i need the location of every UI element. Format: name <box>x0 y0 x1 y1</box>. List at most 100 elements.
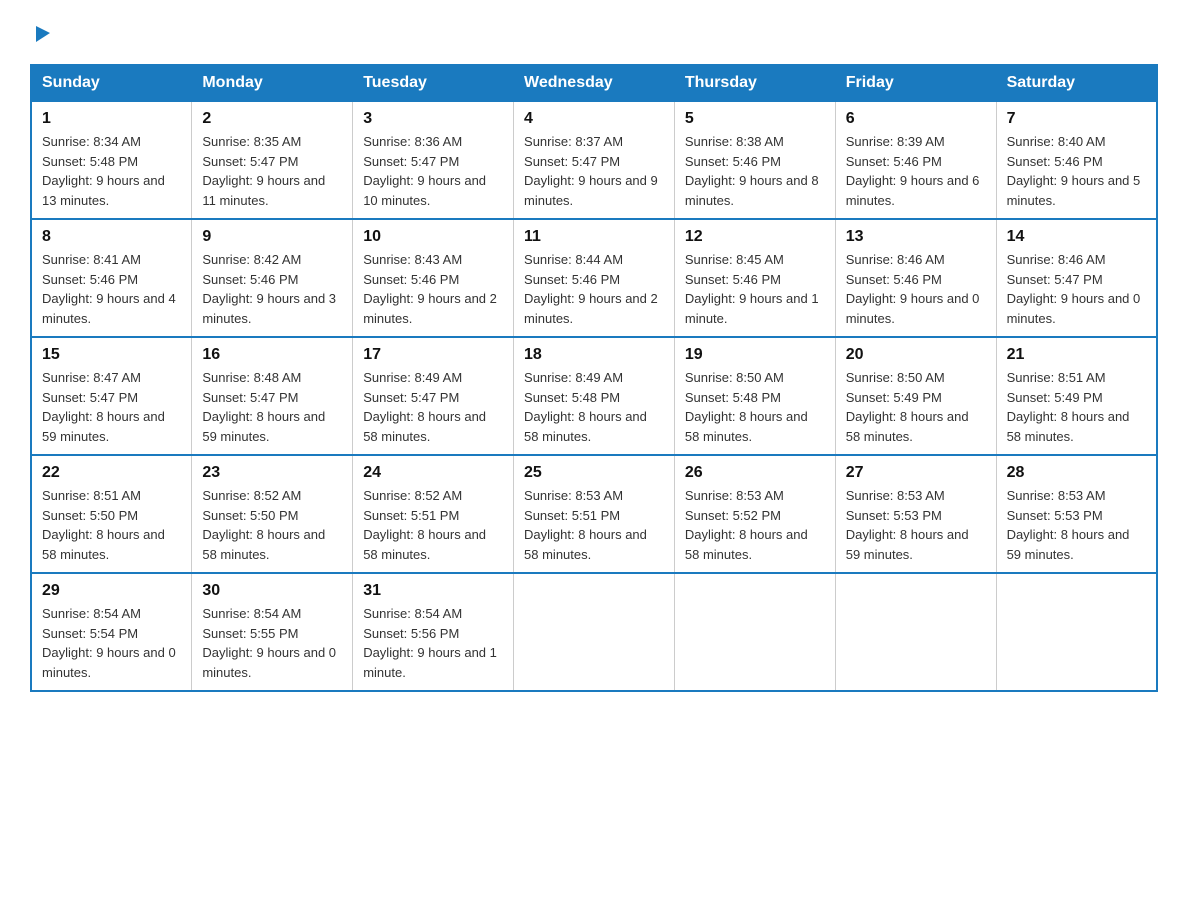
calendar-cell: 21Sunrise: 8:51 AMSunset: 5:49 PMDayligh… <box>996 337 1157 455</box>
day-number: 4 <box>524 110 664 128</box>
day-number: 26 <box>685 464 825 482</box>
calendar-cell: 31 Sunrise: 8:54 AMSunset: 5:56 PMDayligh… <box>353 573 514 691</box>
day-info: Sunrise: 8:53 AMSunset: 5:53 PMDaylight:… <box>1007 486 1146 564</box>
day-number: 16 <box>202 346 342 364</box>
day-info: Sunrise: 8:36 AMSunset: 5:47 PMDaylight:… <box>363 132 503 210</box>
calendar-cell: 10 Sunrise: 8:43 AMSunset: 5:46 PMDayligh… <box>353 219 514 337</box>
weekday-header-wednesday: Wednesday <box>514 65 675 101</box>
calendar-cell: 24Sunrise: 8:52 AMSunset: 5:51 PMDayligh… <box>353 455 514 573</box>
logo-triangle-icon <box>32 22 54 44</box>
calendar-cell: 4 Sunrise: 8:37 AMSunset: 5:47 PMDaylight… <box>514 101 675 219</box>
day-number: 28 <box>1007 464 1146 482</box>
calendar-cell: 6 Sunrise: 8:39 AMSunset: 5:46 PMDaylight… <box>835 101 996 219</box>
calendar-week-row: 1 Sunrise: 8:34 AMSunset: 5:48 PMDaylight… <box>31 101 1157 219</box>
day-info: Sunrise: 8:53 AMSunset: 5:52 PMDaylight:… <box>685 486 825 564</box>
weekday-header-saturday: Saturday <box>996 65 1157 101</box>
weekday-header-thursday: Thursday <box>674 65 835 101</box>
day-info: Sunrise: 8:53 AMSunset: 5:53 PMDaylight:… <box>846 486 986 564</box>
day-info: Sunrise: 8:49 AMSunset: 5:47 PMDaylight:… <box>363 368 503 446</box>
calendar-cell: 28 Sunrise: 8:53 AMSunset: 5:53 PMDayligh… <box>996 455 1157 573</box>
day-info: Sunrise: 8:35 AMSunset: 5:47 PMDaylight:… <box>202 132 342 210</box>
day-info: Sunrise: 8:37 AMSunset: 5:47 PMDaylight:… <box>524 132 664 210</box>
day-number: 10 <box>363 228 503 246</box>
day-info: Sunrise: 8:50 AMSunset: 5:48 PMDaylight:… <box>685 368 825 446</box>
day-number: 3 <box>363 110 503 128</box>
day-number: 13 <box>846 228 986 246</box>
day-number: 17 <box>363 346 503 364</box>
calendar-week-row: 22Sunrise: 8:51 AMSunset: 5:50 PMDayligh… <box>31 455 1157 573</box>
calendar-cell: 20 Sunrise: 8:50 AMSunset: 5:49 PMDayligh… <box>835 337 996 455</box>
calendar-cell: 3 Sunrise: 8:36 AMSunset: 5:47 PMDaylight… <box>353 101 514 219</box>
day-number: 22 <box>42 464 181 482</box>
calendar-cell: 2Sunrise: 8:35 AMSunset: 5:47 PMDaylight… <box>192 101 353 219</box>
day-number: 15 <box>42 346 181 364</box>
calendar-week-row: 8 Sunrise: 8:41 AMSunset: 5:46 PMDaylight… <box>31 219 1157 337</box>
day-info: Sunrise: 8:46 AMSunset: 5:46 PMDaylight:… <box>846 250 986 328</box>
day-info: Sunrise: 8:41 AMSunset: 5:46 PMDaylight:… <box>42 250 181 328</box>
calendar-cell: 27Sunrise: 8:53 AMSunset: 5:53 PMDayligh… <box>835 455 996 573</box>
calendar-cell <box>996 573 1157 691</box>
calendar-cell: 11 Sunrise: 8:44 AMSunset: 5:46 PMDayligh… <box>514 219 675 337</box>
calendar-cell: 25Sunrise: 8:53 AMSunset: 5:51 PMDayligh… <box>514 455 675 573</box>
calendar-cell: 29 Sunrise: 8:54 AMSunset: 5:54 PMDayligh… <box>31 573 192 691</box>
day-number: 14 <box>1007 228 1146 246</box>
day-number: 12 <box>685 228 825 246</box>
calendar-cell: 15 Sunrise: 8:47 AMSunset: 5:47 PMDayligh… <box>31 337 192 455</box>
day-number: 30 <box>202 582 342 600</box>
day-number: 1 <box>42 110 181 128</box>
calendar-cell: 26 Sunrise: 8:53 AMSunset: 5:52 PMDayligh… <box>674 455 835 573</box>
calendar-week-row: 15 Sunrise: 8:47 AMSunset: 5:47 PMDayligh… <box>31 337 1157 455</box>
calendar-cell: 14 Sunrise: 8:46 AMSunset: 5:47 PMDayligh… <box>996 219 1157 337</box>
calendar-cell: 30Sunrise: 8:54 AMSunset: 5:55 PMDayligh… <box>192 573 353 691</box>
day-number: 18 <box>524 346 664 364</box>
day-info: Sunrise: 8:43 AMSunset: 5:46 PMDaylight:… <box>363 250 503 328</box>
calendar-cell: 16 Sunrise: 8:48 AMSunset: 5:47 PMDayligh… <box>192 337 353 455</box>
day-number: 7 <box>1007 110 1146 128</box>
day-info: Sunrise: 8:52 AMSunset: 5:51 PMDaylight:… <box>363 486 503 564</box>
calendar-cell <box>514 573 675 691</box>
page-header <box>30 20 1158 44</box>
day-number: 20 <box>846 346 986 364</box>
day-info: Sunrise: 8:44 AMSunset: 5:46 PMDaylight:… <box>524 250 664 328</box>
day-info: Sunrise: 8:40 AMSunset: 5:46 PMDaylight:… <box>1007 132 1146 210</box>
calendar-cell: 13 Sunrise: 8:46 AMSunset: 5:46 PMDayligh… <box>835 219 996 337</box>
day-number: 21 <box>1007 346 1146 364</box>
day-info: Sunrise: 8:42 AMSunset: 5:46 PMDaylight:… <box>202 250 342 328</box>
day-info: Sunrise: 8:48 AMSunset: 5:47 PMDaylight:… <box>202 368 342 446</box>
calendar-cell: 17 Sunrise: 8:49 AMSunset: 5:47 PMDayligh… <box>353 337 514 455</box>
day-info: Sunrise: 8:34 AMSunset: 5:48 PMDaylight:… <box>42 132 181 210</box>
calendar-table: SundayMondayTuesdayWednesdayThursdayFrid… <box>30 64 1158 692</box>
day-number: 11 <box>524 228 664 246</box>
day-number: 6 <box>846 110 986 128</box>
calendar-cell: 9 Sunrise: 8:42 AMSunset: 5:46 PMDaylight… <box>192 219 353 337</box>
day-info: Sunrise: 8:54 AMSunset: 5:54 PMDaylight:… <box>42 604 181 682</box>
calendar-cell: 7 Sunrise: 8:40 AMSunset: 5:46 PMDaylight… <box>996 101 1157 219</box>
day-number: 19 <box>685 346 825 364</box>
day-number: 9 <box>202 228 342 246</box>
day-number: 31 <box>363 582 503 600</box>
calendar-header-row: SundayMondayTuesdayWednesdayThursdayFrid… <box>31 65 1157 101</box>
day-info: Sunrise: 8:49 AMSunset: 5:48 PMDaylight:… <box>524 368 664 446</box>
weekday-header-monday: Monday <box>192 65 353 101</box>
day-number: 8 <box>42 228 181 246</box>
day-info: Sunrise: 8:54 AMSunset: 5:56 PMDaylight:… <box>363 604 503 682</box>
weekday-header-tuesday: Tuesday <box>353 65 514 101</box>
calendar-cell: 1 Sunrise: 8:34 AMSunset: 5:48 PMDaylight… <box>31 101 192 219</box>
calendar-cell <box>674 573 835 691</box>
day-number: 23 <box>202 464 342 482</box>
weekday-header-friday: Friday <box>835 65 996 101</box>
day-info: Sunrise: 8:50 AMSunset: 5:49 PMDaylight:… <box>846 368 986 446</box>
day-number: 25 <box>524 464 664 482</box>
calendar-week-row: 29 Sunrise: 8:54 AMSunset: 5:54 PMDayligh… <box>31 573 1157 691</box>
calendar-cell: 5Sunrise: 8:38 AMSunset: 5:46 PMDaylight… <box>674 101 835 219</box>
calendar-cell: 19 Sunrise: 8:50 AMSunset: 5:48 PMDayligh… <box>674 337 835 455</box>
day-info: Sunrise: 8:39 AMSunset: 5:46 PMDaylight:… <box>846 132 986 210</box>
calendar-cell: 22Sunrise: 8:51 AMSunset: 5:50 PMDayligh… <box>31 455 192 573</box>
day-number: 5 <box>685 110 825 128</box>
day-info: Sunrise: 8:47 AMSunset: 5:47 PMDaylight:… <box>42 368 181 446</box>
calendar-cell: 12Sunrise: 8:45 AMSunset: 5:46 PMDayligh… <box>674 219 835 337</box>
weekday-header-sunday: Sunday <box>31 65 192 101</box>
calendar-cell: 23Sunrise: 8:52 AMSunset: 5:50 PMDayligh… <box>192 455 353 573</box>
day-number: 29 <box>42 582 181 600</box>
day-info: Sunrise: 8:46 AMSunset: 5:47 PMDaylight:… <box>1007 250 1146 328</box>
